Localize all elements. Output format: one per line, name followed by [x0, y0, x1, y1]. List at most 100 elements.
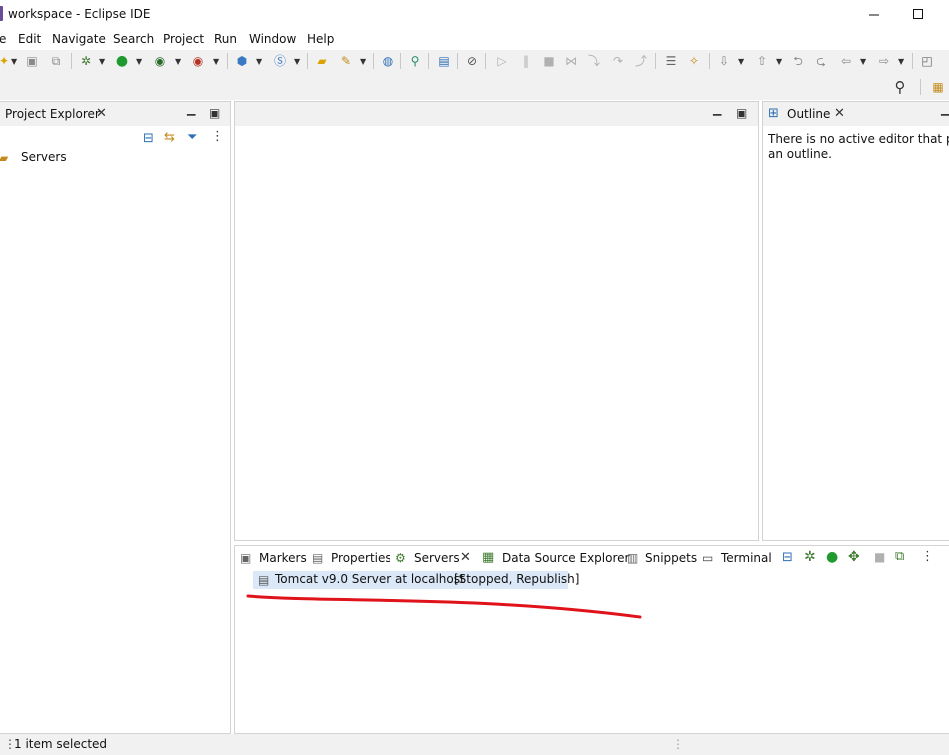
skip-breakpoints-icon[interactable]: ⊘	[464, 53, 480, 69]
save-all-icon[interactable]: ⧉	[48, 53, 64, 69]
back-icon[interactable]: ⇦	[838, 53, 854, 69]
chevron-down-icon[interactable]: ▼	[99, 57, 105, 66]
menu-bar: e Edit Navigate Search Project Run Windo…	[0, 30, 949, 50]
search-icon[interactable]: ⚲	[892, 79, 908, 95]
tab-data-source-explorer[interactable]: Data Source Explorer	[502, 551, 629, 565]
link-with-editor-icon[interactable]: ⇆	[164, 130, 175, 145]
minimize-icon[interactable]	[866, 8, 882, 22]
outline-header: ⊞ Outline ✕ ▁	[763, 102, 949, 126]
view-menu-icon[interactable]: ⋮	[921, 549, 934, 564]
tab-outline[interactable]: Outline	[787, 107, 830, 121]
pen-icon[interactable]: ✎	[338, 53, 354, 69]
minimize-view-icon[interactable]: ▁	[713, 103, 721, 116]
server-row[interactable]: ▤ Tomcat v9.0 Server at localhost [Stopp…	[253, 571, 579, 589]
chevron-down-icon[interactable]: ▼	[136, 57, 142, 66]
stop-server-icon[interactable]: ■	[874, 550, 885, 564]
status-text: 1 item selected	[14, 737, 108, 751]
status-bar: ⋮ 1 item selected ⋮	[0, 734, 949, 755]
toolbar-separator	[373, 53, 374, 69]
debug-icon[interactable]: ✲	[78, 53, 94, 69]
tree-item-servers[interactable]: Servers	[21, 150, 67, 164]
chevron-down-icon[interactable]: ▼	[738, 57, 744, 66]
collapse-all-icon[interactable]: ⊟	[143, 131, 154, 146]
new-java-class-icon[interactable]: Ⓢ	[272, 53, 288, 69]
forward-edit-icon[interactable]: ⮎	[813, 53, 829, 69]
tab-servers-active[interactable]: ⚙ Servers ✕	[390, 546, 478, 571]
menu-file[interactable]: e	[0, 32, 6, 46]
collapse-all-icon[interactable]: ⊟	[782, 550, 793, 565]
tab-markers[interactable]: Markers	[259, 551, 307, 565]
tab-project-explorer[interactable]: Project Explorer	[5, 107, 100, 121]
view-menu-icon[interactable]: ⋮	[211, 129, 224, 144]
search-task-icon[interactable]: ⚲	[407, 53, 423, 69]
chevron-down-icon[interactable]: ▼	[175, 57, 181, 66]
tab-terminal[interactable]: Terminal	[721, 551, 772, 565]
maximize-icon[interactable]	[910, 6, 926, 22]
filter-icon[interactable]: ⏷	[187, 130, 197, 145]
step-into-icon[interactable]: ⤵	[586, 53, 602, 69]
terminate-icon[interactable]: ■	[541, 53, 557, 69]
maximize-view-icon[interactable]: ▣	[209, 106, 220, 120]
editor-area: ▁ ▣	[234, 101, 759, 541]
menu-run[interactable]: Run	[214, 32, 237, 46]
publish-icon[interactable]: ⧉	[895, 549, 904, 564]
open-perspective-icon[interactable]: ▦	[930, 79, 946, 95]
terminal-icon: ▭	[702, 551, 714, 565]
chevron-down-icon[interactable]: ▼	[860, 57, 866, 66]
tab-snippets[interactable]: Snippets	[645, 551, 697, 565]
markers-icon: ▣	[240, 551, 252, 565]
console-icon[interactable]: ▤	[436, 53, 452, 69]
outline-icon: ⊞	[768, 106, 779, 121]
forward-icon[interactable]: ⇨	[876, 53, 892, 69]
folder-open-icon: ▰	[0, 151, 9, 165]
data-source-explorer-icon: ▦	[482, 550, 495, 565]
chevron-down-icon[interactable]: ▼	[256, 57, 262, 66]
menu-help[interactable]: Help	[307, 32, 334, 46]
toolbar-separator	[400, 53, 401, 69]
bottom-panel-tabs: ▣ Markers ▤ Properties ⚙ Servers ✕ ▦ Dat…	[235, 546, 949, 571]
suspend-icon[interactable]: ‖	[518, 53, 534, 69]
new-web-project-icon[interactable]: ⬢	[234, 53, 250, 69]
maximize-view-icon[interactable]: ▣	[736, 106, 747, 120]
menu-navigate[interactable]: Navigate	[52, 32, 106, 46]
debug-server-icon[interactable]: ✲	[804, 549, 816, 565]
last-edit-icon[interactable]: ⮌	[790, 53, 806, 69]
run-coverage-icon[interactable]: ◉	[152, 53, 168, 69]
tab-properties[interactable]: Properties	[331, 551, 392, 565]
minimize-view-icon[interactable]: ▁	[941, 103, 949, 116]
disconnect-icon[interactable]: ⋈	[563, 53, 579, 69]
chevron-down-icon[interactable]: ▼	[11, 57, 17, 66]
next-annotation-icon[interactable]: ⇩	[716, 53, 732, 69]
pin-editor-icon[interactable]: ◰	[919, 53, 935, 69]
start-server-icon[interactable]: ●	[826, 549, 838, 565]
open-type-icon[interactable]: ▰	[314, 53, 330, 69]
previous-annotation-icon[interactable]: ⇧	[754, 53, 770, 69]
toggle-list-icon[interactable]: ☰	[663, 53, 679, 69]
globe-icon[interactable]: ◍	[380, 53, 396, 69]
tab-servers[interactable]: Servers	[414, 551, 460, 565]
close-icon[interactable]: ✕	[460, 550, 471, 565]
save-icon[interactable]: ▣	[24, 53, 40, 69]
minimize-view-icon[interactable]: ▁	[187, 103, 195, 116]
run-icon[interactable]: ●	[114, 53, 130, 69]
chevron-down-icon[interactable]: ▼	[360, 57, 366, 66]
toolbar-separator	[709, 53, 710, 69]
menu-edit[interactable]: Edit	[18, 32, 41, 46]
step-over-icon[interactable]: ↷	[610, 53, 626, 69]
chevron-down-icon[interactable]: ▼	[776, 57, 782, 66]
profile-server-icon[interactable]: ✥	[848, 549, 860, 565]
menu-window[interactable]: Window	[249, 32, 296, 46]
menu-project[interactable]: Project	[163, 32, 204, 46]
menu-search[interactable]: Search	[113, 32, 154, 46]
toolbar-separator	[307, 53, 308, 69]
close-icon[interactable]: ✕	[96, 106, 107, 121]
annotation-icon[interactable]: ✧	[686, 53, 702, 69]
chevron-down-icon[interactable]: ▼	[294, 57, 300, 66]
chevron-down-icon[interactable]: ▼	[898, 57, 904, 66]
step-return-icon[interactable]: ⤴	[633, 53, 649, 69]
external-tools-icon[interactable]: ◉	[190, 53, 206, 69]
chevron-down-icon[interactable]: ▼	[213, 57, 219, 66]
status-separator: ⋮	[672, 737, 684, 751]
resume-icon[interactable]: ▷	[494, 53, 510, 69]
close-icon[interactable]: ✕	[834, 106, 845, 121]
